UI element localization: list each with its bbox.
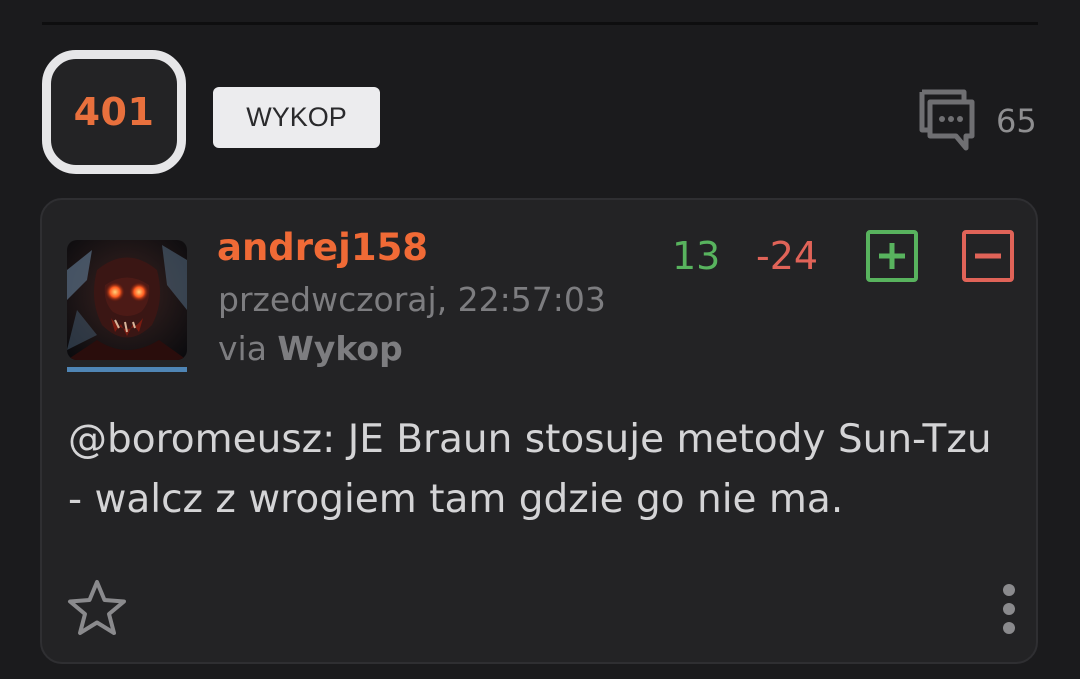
via-source-name: Wykop [277, 329, 403, 368]
downvote-button[interactable] [962, 230, 1014, 282]
upvote-button[interactable] [866, 230, 918, 282]
entry-vote-count: 401 [73, 90, 155, 134]
entry-vote-box[interactable]: 401 [42, 50, 186, 174]
plus-square-icon [879, 243, 905, 269]
avatar-image [67, 240, 187, 360]
via-source: via Wykop [218, 329, 403, 368]
plus-count: 13 [672, 234, 721, 278]
star-outline-icon[interactable] [66, 578, 128, 638]
minus-square-icon [975, 253, 1001, 259]
avatar-gender-bar [67, 367, 187, 372]
via-prefix: via [218, 329, 278, 368]
comments-count: 65 [996, 102, 1037, 140]
comments-icon [919, 89, 975, 151]
minus-count: -24 [756, 234, 819, 278]
comment-card: andrej158 przedwczoraj, 22:57:03 via Wyk… [40, 198, 1038, 664]
wykop-screen: 401 WYKOP 65 andrej158 przedwczoraj, 22:… [0, 0, 1080, 679]
top-divider [42, 22, 1038, 25]
username[interactable]: andrej158 [217, 226, 428, 269]
mention-link[interactable]: @boromeusz [68, 417, 322, 462]
comment-body: @boromeusz: JE Braun stosuje metody Sun-… [68, 410, 1018, 530]
timestamp: przedwczoraj, 22:57:03 [218, 280, 606, 319]
entry-header: 401 WYKOP 65 [0, 48, 1080, 178]
comments-link[interactable]: 65 [916, 88, 1046, 154]
avatar[interactable] [67, 240, 187, 360]
more-vertical-icon[interactable] [994, 582, 1024, 636]
tag-badge[interactable]: WYKOP [213, 87, 380, 148]
